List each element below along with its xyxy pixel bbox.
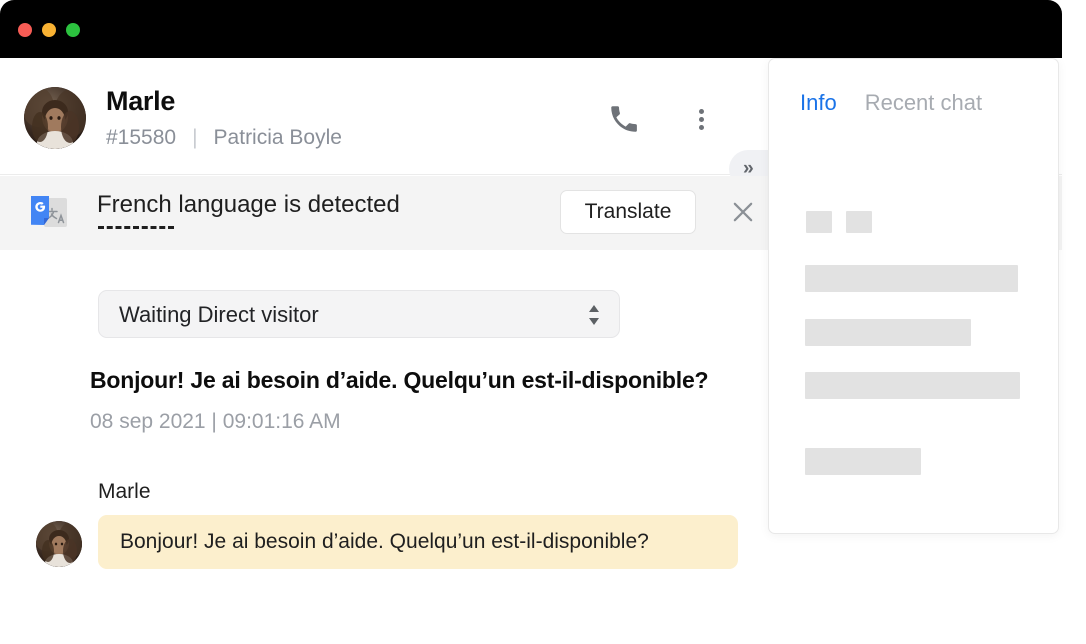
minimize-window-button[interactable] [42, 23, 56, 37]
stepper-glyph [589, 305, 599, 325]
skeleton-square-1 [806, 211, 832, 233]
skeleton-bar-4 [805, 448, 921, 475]
kebab-dot-1 [698, 108, 704, 114]
skeleton-bar-2 [805, 319, 971, 346]
contact-name: Marle [106, 86, 176, 116]
message-author: Marle [98, 480, 151, 503]
up-down-stepper-icon [587, 304, 601, 326]
kebab-dot-3 [698, 124, 704, 130]
status-select-value: Waiting Direct visitor [119, 302, 319, 327]
skeleton-square-2 [846, 211, 872, 233]
tab-info[interactable]: Info [800, 92, 837, 114]
conversation-subheader: #15580 | Patricia Boyle [106, 127, 342, 148]
close-window-button[interactable] [18, 23, 32, 37]
message-avatar [36, 521, 82, 567]
avatar-photo-small [36, 521, 82, 567]
phone-glyph [611, 106, 637, 132]
contact-avatar [24, 87, 86, 149]
detected-language-underline [98, 226, 174, 229]
info-panel-tabs: Info Recent chat [800, 92, 982, 114]
status-select[interactable]: Waiting Direct visitor [98, 290, 620, 338]
close-glyph [733, 202, 753, 222]
avatar-photo [24, 87, 86, 149]
google-translate-icon [27, 193, 71, 233]
ticket-id: #15580 [106, 126, 177, 149]
message-bubble-text: Bonjour! Je ai besoin d’aide. Quelqu’un … [120, 530, 649, 554]
window-titlebar [0, 0, 1062, 58]
google-translate-glyph [31, 196, 67, 227]
close-icon[interactable] [729, 198, 757, 226]
message-preview-timestamp: 08 sep 2021 | 09:01:16 AM [90, 410, 341, 433]
skeleton-bar-1 [805, 265, 1018, 292]
skeleton-bar-3 [805, 372, 1020, 399]
language-detected-message: French language is detected [97, 191, 400, 218]
more-options-icon[interactable] [686, 101, 716, 137]
info-panel: Info Recent chat [768, 58, 1059, 534]
maximize-window-button[interactable] [66, 23, 80, 37]
phone-icon[interactable] [606, 101, 642, 137]
message-preview-text: Bonjour! Je ai besoin d’aide. Quelqu’un … [90, 367, 709, 393]
subheader-divider: | [192, 126, 198, 149]
translate-button[interactable]: Translate [560, 190, 696, 234]
tab-recent-chat[interactable]: Recent chat [865, 92, 982, 114]
app-root: Marle #15580 | Patricia Boyle ›› French … [0, 0, 1086, 644]
message-bubble: Bonjour! Je ai besoin d’aide. Quelqu’un … [98, 515, 738, 569]
traffic-light-controls [18, 23, 80, 37]
kebab-dot-2 [698, 116, 704, 122]
agent-name: Patricia Boyle [213, 126, 342, 149]
